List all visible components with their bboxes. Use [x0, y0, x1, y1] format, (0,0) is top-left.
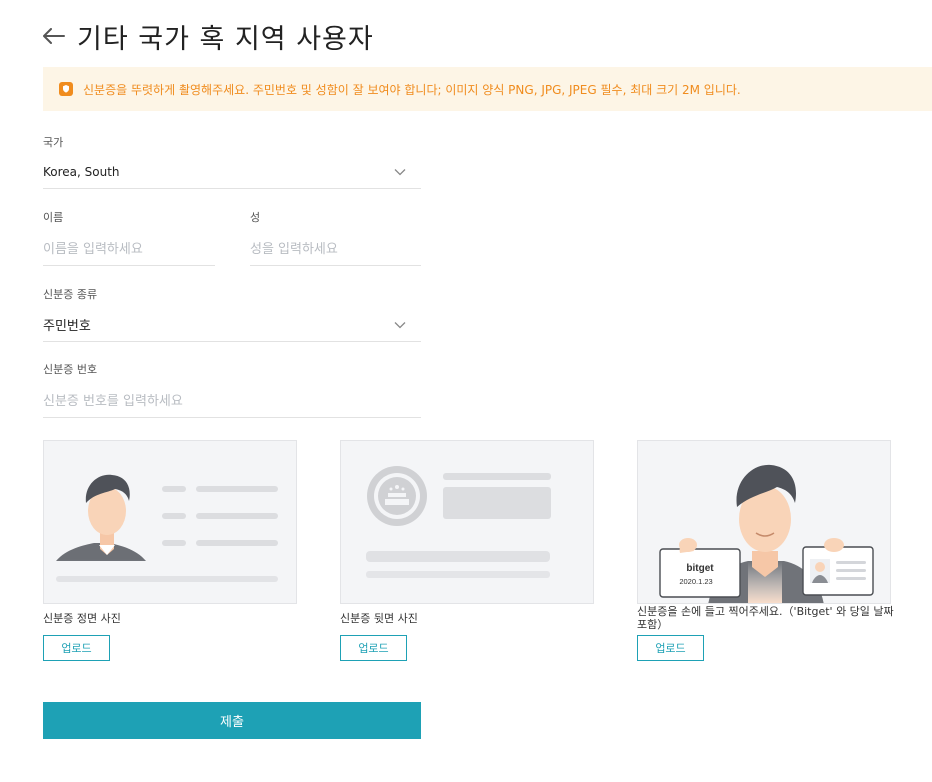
id-type-label: 신분증 종류	[43, 288, 98, 301]
first-name-label: 이름	[43, 211, 64, 224]
id-type-value: 주민번호	[43, 319, 91, 334]
sign-date-text: 2020.1.23	[679, 577, 712, 586]
page-title: 기타 국가 혹 지역 사용자	[77, 23, 374, 55]
id-back-upload-button[interactable]: 업로드	[340, 635, 407, 661]
id-front-upload-button[interactable]: 업로드	[43, 635, 110, 661]
id-type-field: 신분증 종류 주민번호	[43, 286, 421, 342]
country-value: Korea, South	[43, 165, 120, 179]
first-name-field: 이름	[43, 209, 215, 266]
id-number-label: 신분증 번호	[43, 363, 98, 376]
country-label: 국가	[43, 136, 64, 149]
last-name-field: 성	[250, 209, 421, 266]
id-back-illustration	[340, 440, 594, 604]
id-front-caption: 신분증 정면 사진	[43, 612, 121, 625]
submit-button[interactable]: 제출	[43, 702, 421, 739]
id-type-select[interactable]: 주민번호	[43, 308, 421, 342]
id-back-caption: 신분증 뒷면 사진	[340, 612, 418, 625]
chevron-down-icon	[394, 321, 406, 329]
first-name-input[interactable]	[43, 241, 215, 257]
shield-icon	[59, 82, 73, 96]
notice-banner: 신분증을 뚜렷하게 촬영해주세요. 주민번호 및 성함이 잘 보여야 합니다; …	[43, 67, 932, 111]
id-selfie-illustration: bitget 2020.1.23	[637, 440, 891, 604]
id-selfie-caption: 신분증을 손에 들고 찍어주세요.（'Bitget' 와 당일 날짜 포함）	[637, 605, 894, 631]
id-number-input[interactable]	[43, 393, 421, 409]
notice-text: 신분증을 뚜렷하게 촬영해주세요. 주민번호 및 성함이 잘 보여야 합니다; …	[83, 82, 741, 97]
arrow-left-icon[interactable]	[43, 26, 65, 46]
chevron-down-icon	[394, 168, 406, 176]
id-number-field: 신분증 번호	[43, 361, 421, 418]
country-select[interactable]: Korea, South	[43, 156, 421, 189]
page-header: 기타 국가 혹 지역 사용자	[43, 18, 374, 55]
sign-brand-text: bitget	[686, 563, 714, 574]
id-selfie-upload-button[interactable]: 업로드	[637, 635, 704, 661]
id-front-illustration	[43, 440, 297, 604]
last-name-label: 성	[250, 211, 261, 224]
country-field: 국가 Korea, South	[43, 134, 421, 190]
last-name-input[interactable]	[250, 241, 421, 257]
